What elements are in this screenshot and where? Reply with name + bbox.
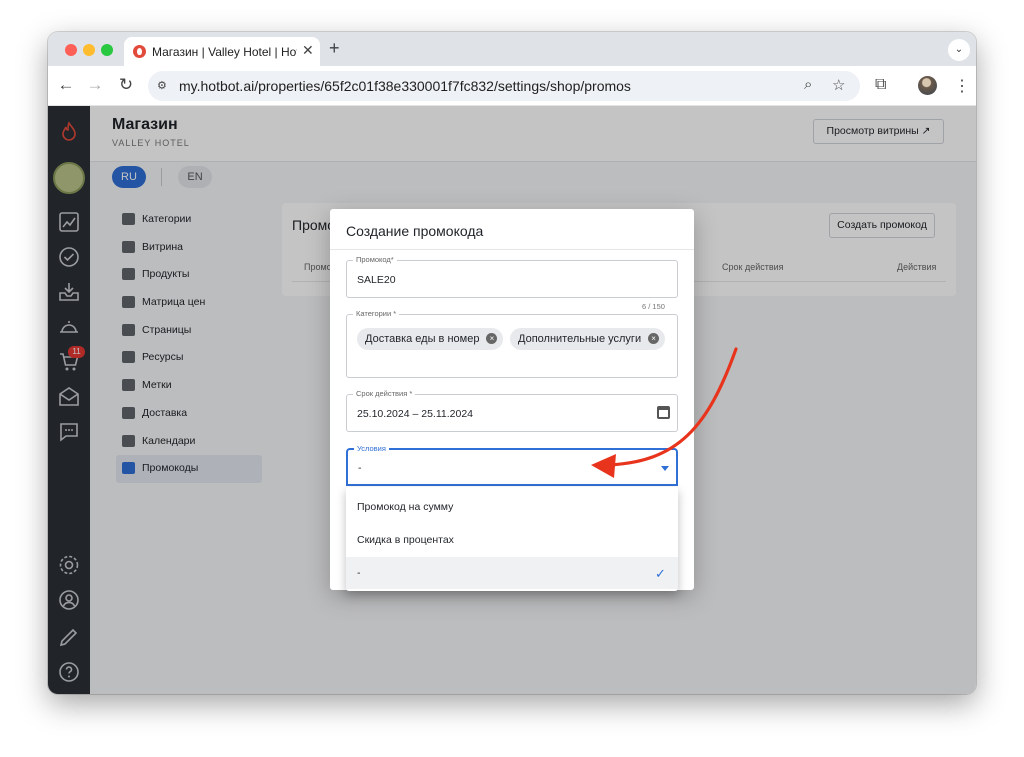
browser-window: Магазин | Valley Hotel | Hotbot ✕ + ⌄ ← … xyxy=(48,32,976,694)
annotation-arrow xyxy=(591,347,738,478)
